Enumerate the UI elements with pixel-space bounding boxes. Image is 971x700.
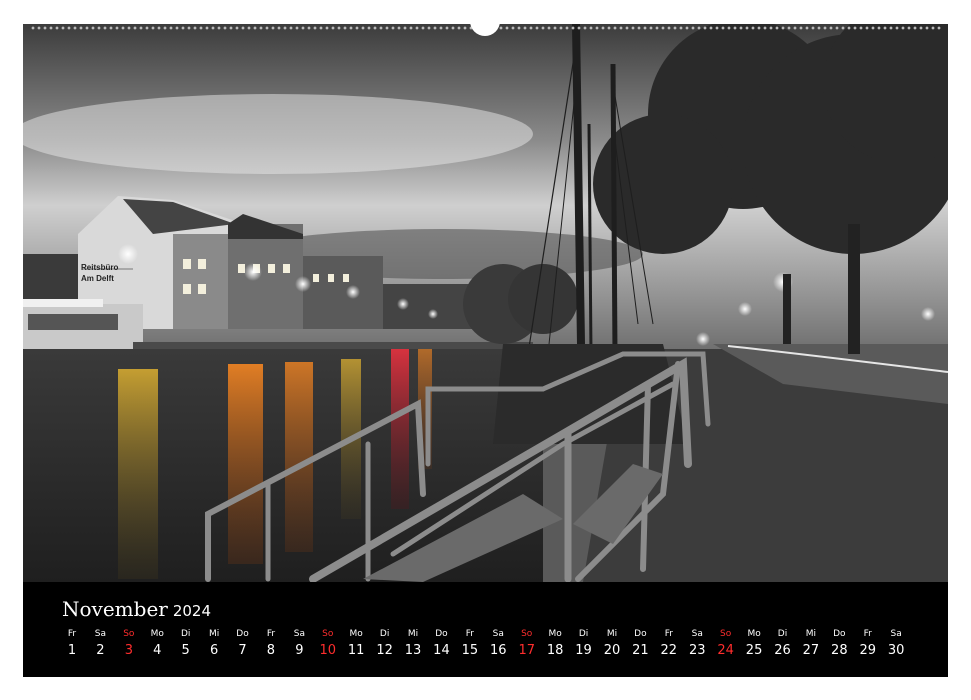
day-number: 8 [266, 643, 276, 658]
day-cell: Do 7 [229, 629, 257, 660]
month-year: 2024 [172, 602, 212, 620]
day-number: 14 [433, 643, 450, 658]
day-cell: Do 14 [427, 629, 455, 660]
day-number: 16 [490, 643, 507, 658]
day-number: 18 [546, 643, 564, 658]
day-number: 28 [831, 643, 848, 658]
day-cell: Do 21 [626, 629, 654, 660]
day-cell: Fr 22 [655, 629, 683, 660]
day-number: 21 [632, 643, 649, 658]
day-number: 12 [376, 643, 393, 658]
day-cell: Sa 30 [882, 629, 910, 660]
day-cell: Mo 4 [143, 629, 171, 660]
harbor-night-photo: Reitsbüro Am Delft [23, 24, 948, 582]
weekday-label: Do [435, 629, 448, 639]
day-number: 13 [404, 643, 422, 658]
day-cell: Fr 1 [58, 629, 86, 660]
sign-text: Reitsbüro [81, 263, 118, 272]
day-cell: So 24 [712, 629, 740, 660]
day-cell: Fr 29 [854, 629, 882, 660]
weekday-label: So [521, 629, 533, 639]
sign-text: Am Delft [81, 274, 114, 283]
day-number: 19 [575, 643, 592, 658]
day-number: 22 [660, 643, 678, 658]
day-cell: Mi 6 [200, 629, 228, 660]
day-cell: Sa 23 [683, 629, 711, 660]
day-number: 20 [603, 643, 621, 658]
day-number: 26 [774, 643, 791, 658]
month-name: November [62, 597, 168, 621]
day-cell: Mo 25 [740, 629, 768, 660]
weekday-label: Di [379, 629, 390, 639]
day-cell: So 10 [314, 629, 342, 660]
day-cell: Mi 20 [598, 629, 626, 660]
weekday-label: Sa [890, 629, 902, 639]
day-cell: Fr 15 [456, 629, 484, 660]
weekday-label: Mi [407, 629, 419, 639]
day-cell: Sa 9 [285, 629, 313, 660]
calendar-footer: November 2024 Fr 1 Sa 2 So 3 Mo 4 Di 5 Mi 6 Do 7 Fr 8 Sa 9… [23, 582, 948, 677]
day-number: 7 [238, 643, 247, 658]
weekday-label: Mi [606, 629, 618, 639]
day-cell: Di 5 [172, 629, 200, 660]
weekday-label: Sa [293, 629, 305, 639]
day-number: 15 [461, 643, 479, 658]
weekday-label: Mo [548, 629, 562, 639]
day-cell: So 17 [513, 629, 541, 660]
weekday-label: Fr [67, 629, 77, 639]
day-number: 10 [319, 643, 337, 658]
weekday-label: Mo [349, 629, 363, 639]
day-cell: Do 28 [825, 629, 853, 660]
day-cell: Mo 18 [541, 629, 569, 660]
day-number: 5 [181, 643, 190, 658]
weekday-label: Mo [150, 629, 164, 639]
day-grid: Fr 1 Sa 2 So 3 Mo 4 Di 5 Mi 6 Do 7 Fr 8 Sa 9 So 10 Mo 11 Di 12 M… [58, 629, 950, 669]
day-number: 24 [717, 643, 734, 658]
weekday-label: Fr [266, 629, 276, 639]
weekday-label: Do [236, 629, 249, 639]
weekday-label: Fr [664, 629, 673, 639]
day-number: 4 [153, 643, 162, 658]
weekday-label: Mo [747, 629, 761, 639]
weekday-label: Fr [863, 629, 872, 639]
weekday-label: Sa [94, 629, 107, 639]
weekday-label: Di [578, 629, 589, 639]
day-cell: Di 12 [371, 629, 399, 660]
weekday-label: Mi [208, 629, 220, 639]
weekday-label: Do [833, 629, 846, 639]
weekday-label: So [720, 629, 732, 639]
weekday-label: Fr [465, 629, 474, 639]
day-cell: Sa 2 [86, 629, 114, 660]
day-number: 17 [518, 643, 535, 658]
day-number: 3 [124, 643, 133, 658]
day-number: 2 [96, 643, 105, 658]
day-number: 30 [887, 643, 905, 658]
day-cell: Mo 11 [342, 629, 370, 660]
day-number: 9 [295, 643, 304, 658]
weekday-label: Di [180, 629, 191, 639]
day-cell: Mi 13 [399, 629, 427, 660]
weekday-label: So [322, 629, 334, 639]
day-cell: Di 19 [570, 629, 598, 660]
cloud [23, 94, 533, 174]
day-cell: Fr 8 [257, 629, 285, 660]
weekday-label: Di [777, 629, 788, 639]
day-number: 27 [802, 643, 820, 658]
day-number: 1 [67, 643, 77, 658]
day-cell: Sa 16 [484, 629, 512, 660]
weekday-label: Sa [691, 629, 703, 639]
day-cell: So 3 [115, 629, 143, 660]
weekday-label: Do [634, 629, 647, 639]
day-cell: Mi 27 [797, 629, 825, 660]
day-number: 11 [347, 643, 365, 658]
day-number: 25 [745, 643, 763, 658]
day-number: 6 [209, 643, 219, 658]
day-cell: Di 26 [769, 629, 797, 660]
weekday-label: So [123, 629, 135, 639]
day-number: 29 [859, 643, 877, 658]
weekday-label: Mi [805, 629, 817, 639]
day-number: 23 [688, 643, 706, 658]
weekday-label: Sa [492, 629, 504, 639]
month-title: November 2024 [62, 597, 211, 621]
